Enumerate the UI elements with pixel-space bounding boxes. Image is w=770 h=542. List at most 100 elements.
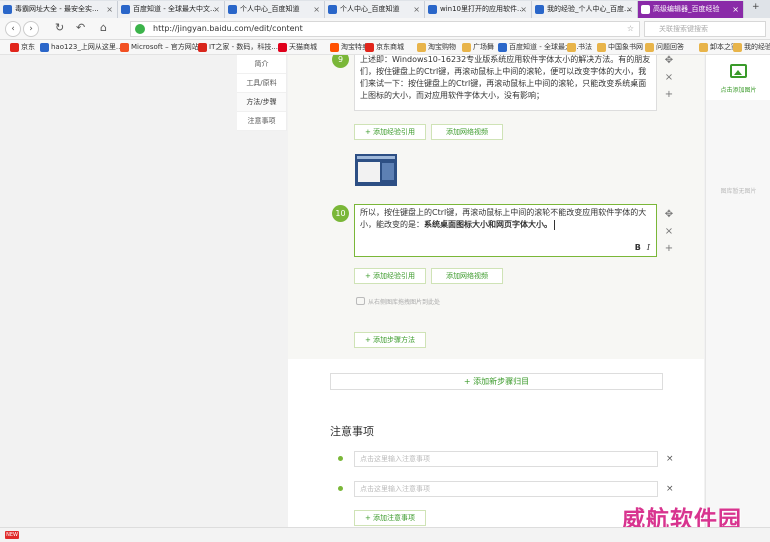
step-number-9: 9	[332, 55, 349, 68]
bookmark-icon	[699, 43, 708, 52]
browser-tab[interactable]: 我的经验_个人中心_百度... ×	[532, 1, 638, 18]
favorite-star-icon[interactable]: ☆	[627, 22, 634, 36]
step-10-bold-text: 系统桌面图标大小和网页字体大小。	[424, 220, 552, 229]
close-tab-icon[interactable]: ×	[732, 1, 739, 18]
step-10-textbox[interactable]: 所以，按住键盘上的Ctrl键，再滚动鼠标上中间的滚轮不能改变应用软件字体的大小，…	[354, 204, 657, 257]
step-number-10: 10	[332, 205, 349, 222]
close-tab-icon[interactable]: ×	[313, 1, 320, 18]
add-video-button[interactable]: 添加网络视频	[431, 124, 503, 140]
add-reference-button[interactable]: + 添加经验引用	[354, 124, 426, 140]
favicon-icon	[428, 5, 437, 14]
bookmark-item[interactable]: 天猫商城	[278, 42, 317, 53]
close-tab-icon[interactable]: ×	[626, 1, 633, 18]
bookmark-label: 广场舞	[473, 43, 494, 51]
browser-tab[interactable]: win10里打开的应用软件... ×	[425, 1, 532, 18]
browser-tab[interactable]: 百度知道 - 全球最大中文... ×	[118, 1, 225, 18]
bookmark-label: 京东	[21, 43, 35, 51]
browser-tab[interactable]: 个人中心_百度知道 ×	[325, 1, 425, 18]
add-step-group-button[interactable]: + 添加新步骤归目	[330, 373, 663, 390]
step-image-thumbnail[interactable]	[355, 154, 397, 186]
bookmark-icon	[498, 43, 507, 52]
delete-note-icon[interactable]: ×	[666, 454, 674, 464]
move-icon[interactable]: ✥	[663, 209, 675, 220]
bookmark-item[interactable]: 淘宝购物	[417, 42, 456, 53]
bullet-dot	[338, 486, 343, 491]
nav-item-tools[interactable]: 工具/原料	[237, 74, 286, 93]
browser-tab-active[interactable]: 高级编辑器_百度经验 ×	[638, 1, 744, 18]
bookmark-icon	[645, 43, 654, 52]
bookmark-label: 中国象书网	[608, 43, 643, 51]
bookmark-item[interactable]: 京东	[10, 42, 35, 53]
close-tab-icon[interactable]: ×	[520, 1, 527, 18]
bookmark-icon	[417, 43, 426, 52]
bookmark-label: 我的经验	[744, 43, 770, 51]
favicon-icon	[535, 5, 544, 14]
bookmark-icon	[198, 43, 207, 52]
bookmark-item[interactable]: 淘宝特卖	[330, 42, 369, 53]
new-tab-icon[interactable]: +	[752, 2, 760, 12]
bookmark-item[interactable]: 问题回答	[645, 42, 684, 53]
add-icon[interactable]: +	[663, 89, 675, 100]
note-input[interactable]: 点击这里输入注意事项	[354, 481, 658, 497]
editor-main: 9 上述即：Windows10-16232专业版系统应用软件字体太小的解决方法。…	[288, 55, 704, 527]
note-input[interactable]: 点击这里输入注意事项	[354, 451, 658, 467]
new-badge: NEW	[5, 531, 19, 539]
bookmark-icon	[278, 43, 287, 52]
bookmark-item[interactable]: IT之家 - 数码，科技...	[198, 42, 278, 53]
bookmark-item[interactable]: 京东商城	[365, 42, 404, 53]
status-bar: NEW	[0, 527, 770, 542]
add-image-button[interactable]: 点击添加图片	[706, 55, 770, 100]
search-placeholder: 关联搜索键搜索	[659, 25, 708, 33]
favicon-icon	[641, 5, 650, 14]
close-tab-icon[interactable]: ×	[213, 1, 220, 18]
bold-button[interactable]: B	[635, 243, 641, 252]
bookmark-item[interactable]: 中国象书网	[597, 42, 643, 53]
close-icon[interactable]: ×	[663, 72, 675, 83]
format-toolbar: BI	[629, 242, 650, 254]
delete-note-icon[interactable]: ×	[666, 484, 674, 494]
favicon-icon	[228, 5, 237, 14]
home-icon[interactable]: ⌂	[100, 21, 107, 34]
italic-button[interactable]: I	[647, 243, 650, 252]
favicon-icon	[121, 5, 130, 14]
add-video-button[interactable]: 添加网络视频	[431, 268, 503, 284]
back-button[interactable]: ‹	[5, 21, 21, 37]
move-icon[interactable]: ✥	[663, 55, 675, 66]
step-9-text: 上述即：Windows10-16232专业版系统应用软件字体太小的解决方法。有的…	[360, 55, 651, 100]
bookmark-item[interactable]: Microsoft – 官方网站	[120, 42, 199, 53]
bookmark-label: 问题回答	[656, 43, 684, 51]
browser-tab[interactable]: 毒霸网址大全 - 最安全实... ×	[0, 1, 118, 18]
bookmark-item[interactable]: 我的经验	[733, 42, 770, 53]
bookmark-item[interactable]: 书法	[567, 42, 592, 53]
forward-button[interactable]: ›	[23, 21, 39, 37]
close-icon[interactable]: ×	[663, 226, 675, 237]
tab-label: 毒霸网址大全 - 最安全实...	[15, 5, 99, 13]
tab-label: win10里打开的应用软件...	[440, 5, 524, 13]
browser-tab[interactable]: 个人中心_百度知道 ×	[225, 1, 325, 18]
bookmark-icon	[10, 43, 19, 52]
close-tab-icon[interactable]: ×	[106, 1, 113, 18]
close-tab-icon[interactable]: ×	[413, 1, 420, 18]
text-cursor	[554, 219, 555, 230]
add-note-button[interactable]: + 添加注意事项	[354, 510, 426, 526]
refresh-icon[interactable]: ↻	[55, 21, 64, 34]
search-input[interactable]: 关联搜索键搜索	[644, 21, 766, 37]
favicon-icon	[3, 5, 12, 14]
bookmark-item[interactable]: hao123_上网从这里...	[40, 42, 123, 53]
nav-item-notes[interactable]: 注意事项	[237, 112, 286, 131]
add-method-button[interactable]: + 添加步骤方法	[354, 332, 426, 348]
add-reference-button[interactable]: + 添加经验引用	[354, 268, 426, 284]
tab-strip: 毒霸网址大全 - 最安全实... × 百度知道 - 全球最大中文... × 个人中心…	[0, 0, 770, 18]
nav-item-intro[interactable]: 简介	[237, 55, 286, 74]
bookmark-item[interactable]: 广场舞	[462, 42, 494, 53]
nav-item-steps[interactable]: 方法/步骤	[237, 93, 286, 112]
bookmark-label: 书法	[578, 43, 592, 51]
tab-label: 我的经验_个人中心_百度...	[547, 5, 631, 13]
add-image-label: 点击添加图片	[720, 87, 757, 94]
steps-section: 9 上述即：Windows10-16232专业版系统应用软件字体太小的解决方法。…	[288, 55, 704, 359]
url-field[interactable]: http://jingyan.baidu.com/edit/content ☆	[130, 21, 640, 37]
undo-icon[interactable]: ↶	[76, 21, 85, 34]
bookmark-label: hao123_上网从这里...	[51, 43, 123, 51]
step-9-textbox[interactable]: 上述即：Windows10-16232专业版系统应用软件字体太小的解决方法。有的…	[354, 55, 657, 111]
add-icon[interactable]: +	[663, 243, 675, 254]
